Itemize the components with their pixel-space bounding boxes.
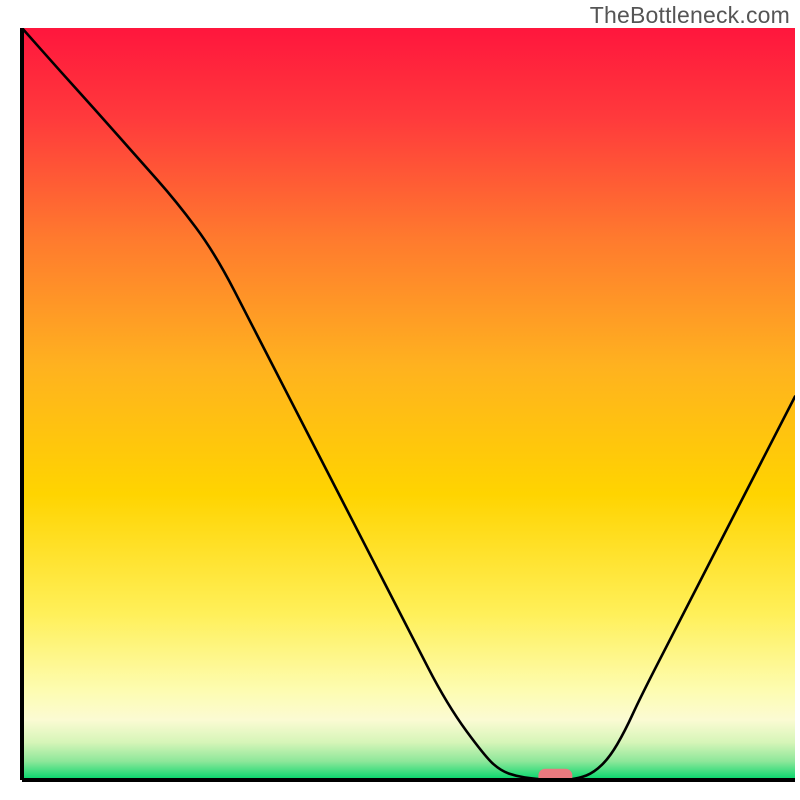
bottleneck-chart (0, 0, 800, 800)
gradient-background (22, 28, 795, 780)
chart-container: TheBottleneck.com (0, 0, 800, 800)
